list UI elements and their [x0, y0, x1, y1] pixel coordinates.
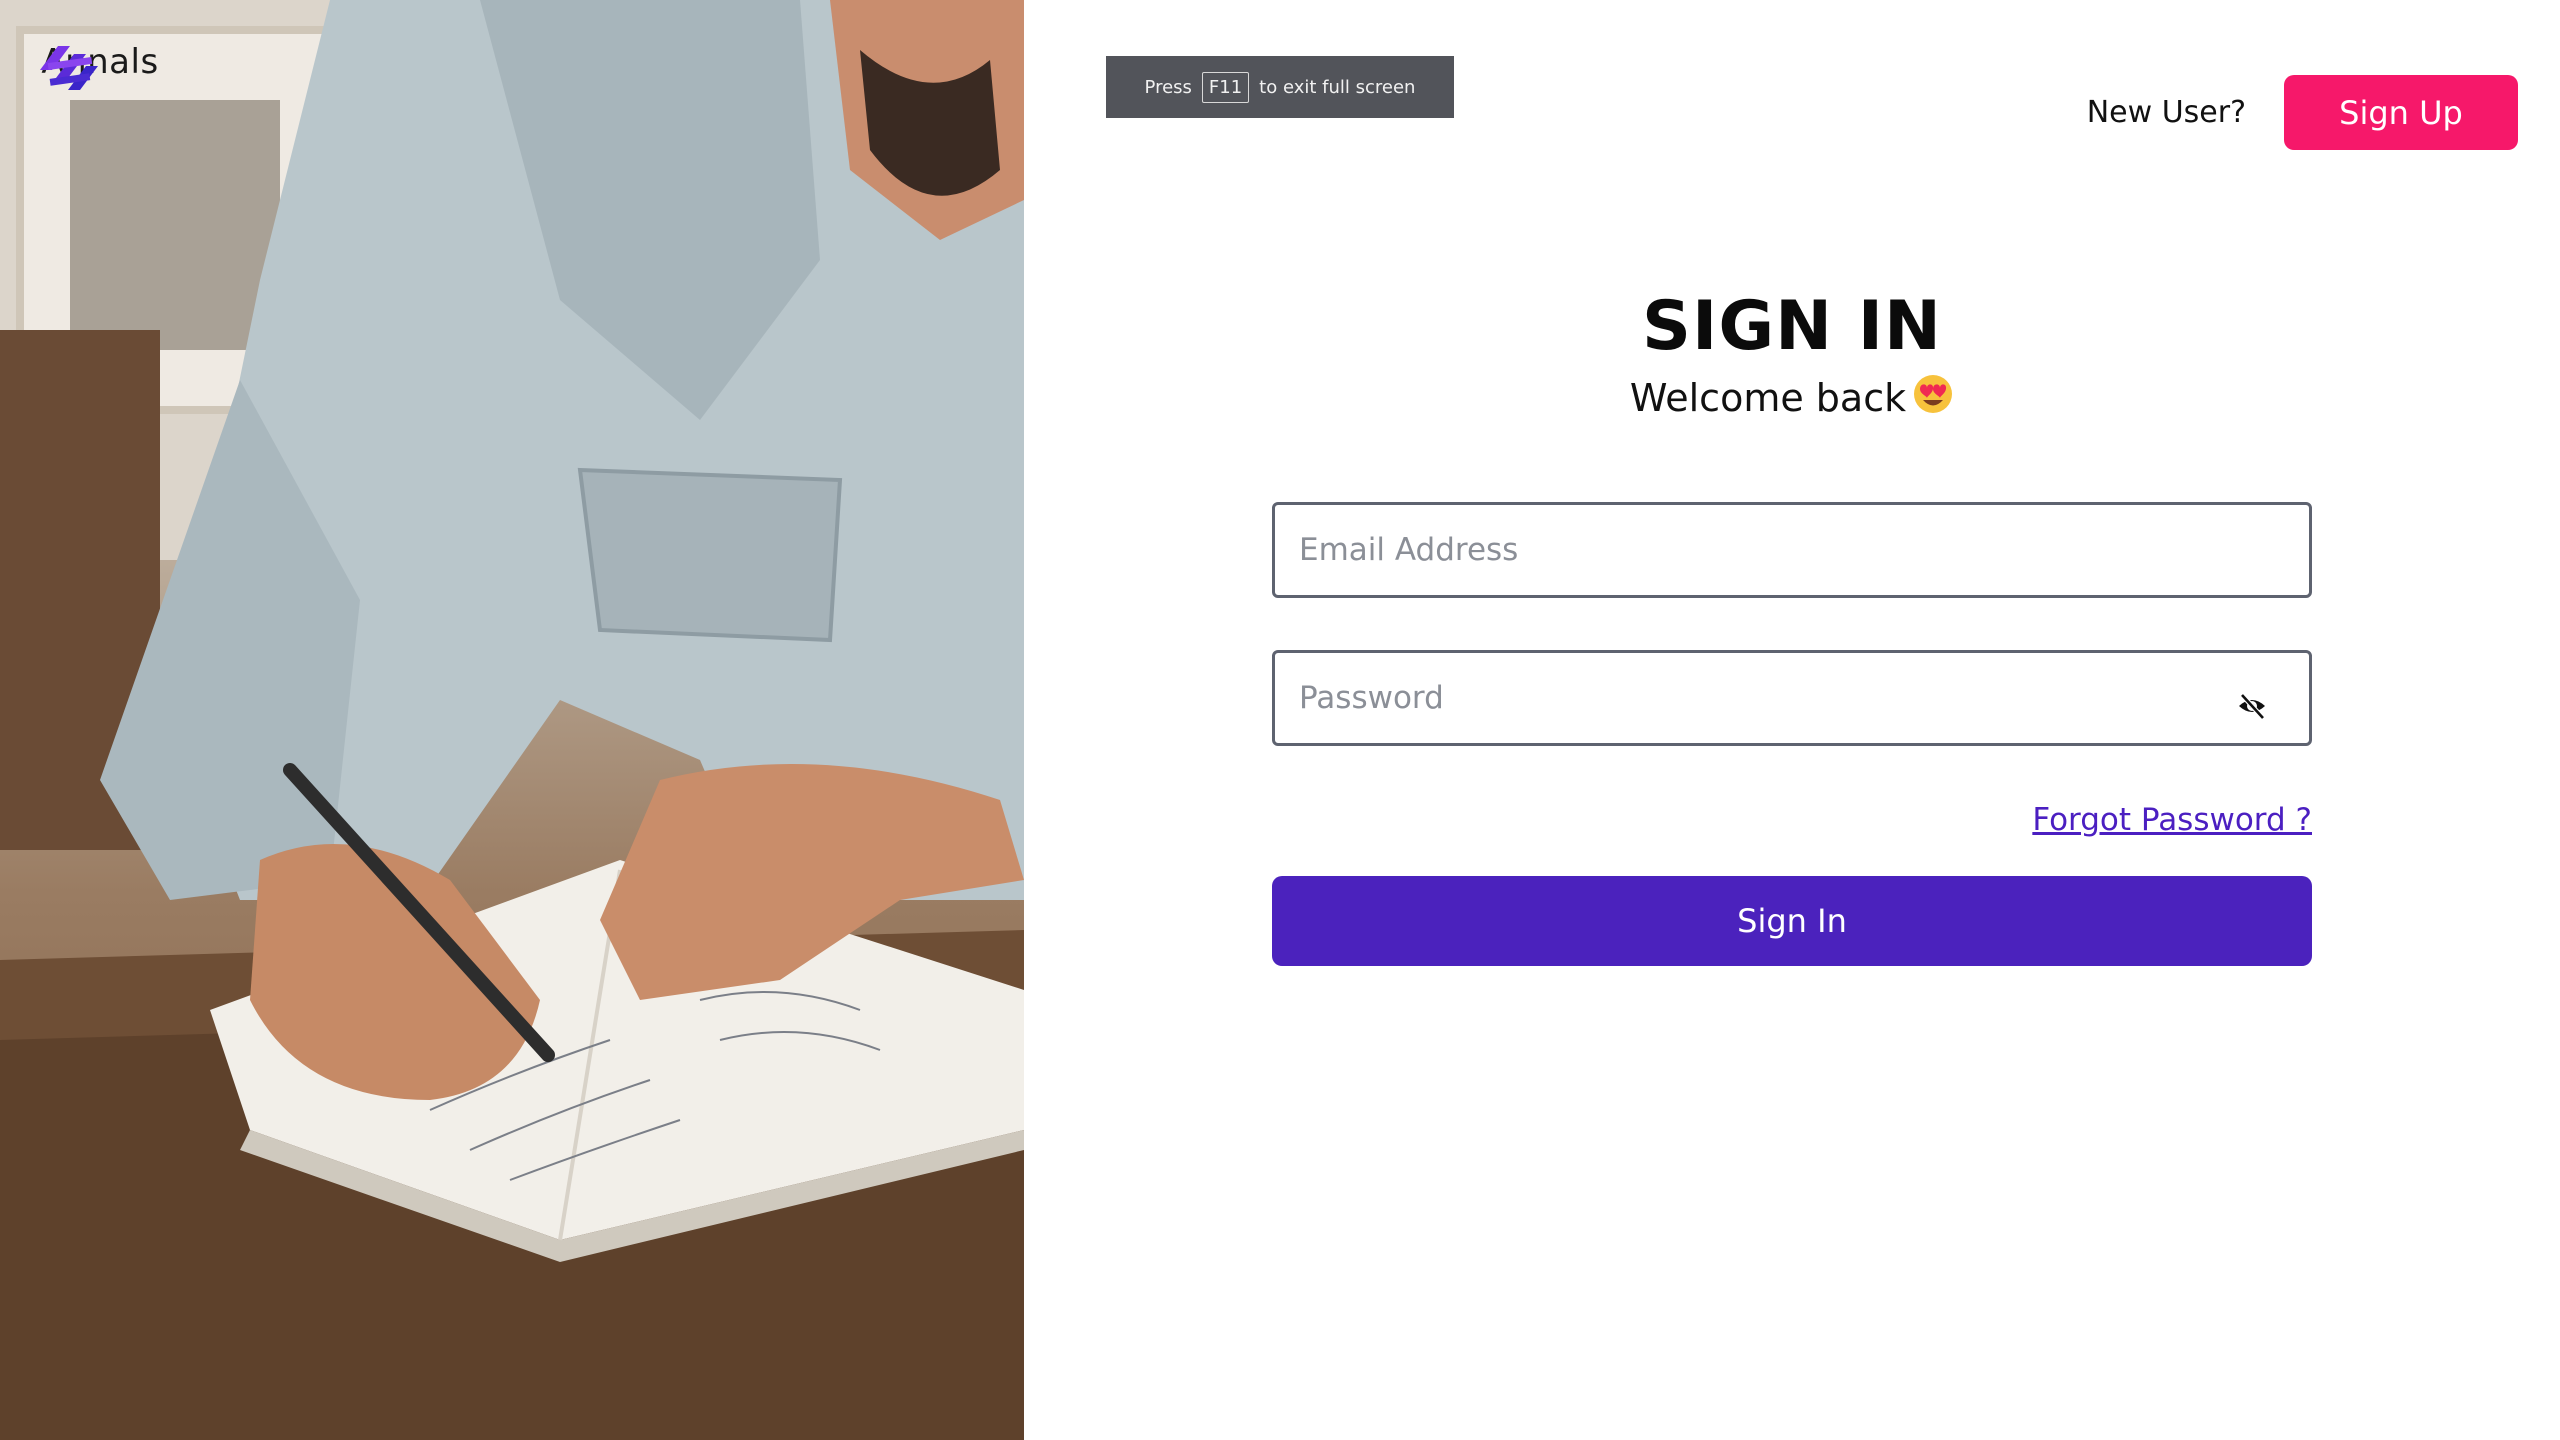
forgot-password-link[interactable]: Forgot Password ? — [2032, 802, 2312, 838]
new-user-label: New User? — [2086, 95, 2246, 130]
hero-photo-illustration — [0, 0, 1024, 1440]
email-field[interactable] — [1272, 501, 2312, 598]
password-field[interactable] — [1272, 649, 2312, 746]
forgot-password-row: Forgot Password ? — [1272, 802, 2312, 838]
password-input[interactable] — [1275, 652, 2309, 743]
email-input[interactable] — [1275, 504, 2309, 595]
fullscreen-notice: Press F11 to exit full screen — [1106, 56, 1454, 118]
header-actions: New User? Sign Up — [2087, 75, 2518, 150]
brand-logo[interactable]: Annals — [40, 42, 160, 90]
eye-off-icon[interactable] — [2237, 691, 2267, 721]
sign-up-button[interactable]: Sign Up — [2284, 75, 2518, 150]
welcome-subtitle: Welcome back — [1272, 373, 2312, 424]
fullscreen-notice-suffix: to exit full screen — [1259, 76, 1416, 98]
heart-eyes-emoji-icon — [1912, 373, 1954, 424]
page-title: SIGN IN — [1642, 287, 1942, 366]
welcome-text: Welcome back — [1629, 376, 1907, 421]
sign-in-button[interactable]: Sign In — [1272, 875, 2312, 966]
sign-in-form: SIGN IN Welcome back Forgot P — [1272, 287, 2312, 966]
f11-key-badge: F11 — [1201, 71, 1250, 103]
fullscreen-notice-prefix: Press — [1144, 76, 1192, 98]
hero-photo: Annals — [0, 0, 1024, 1440]
